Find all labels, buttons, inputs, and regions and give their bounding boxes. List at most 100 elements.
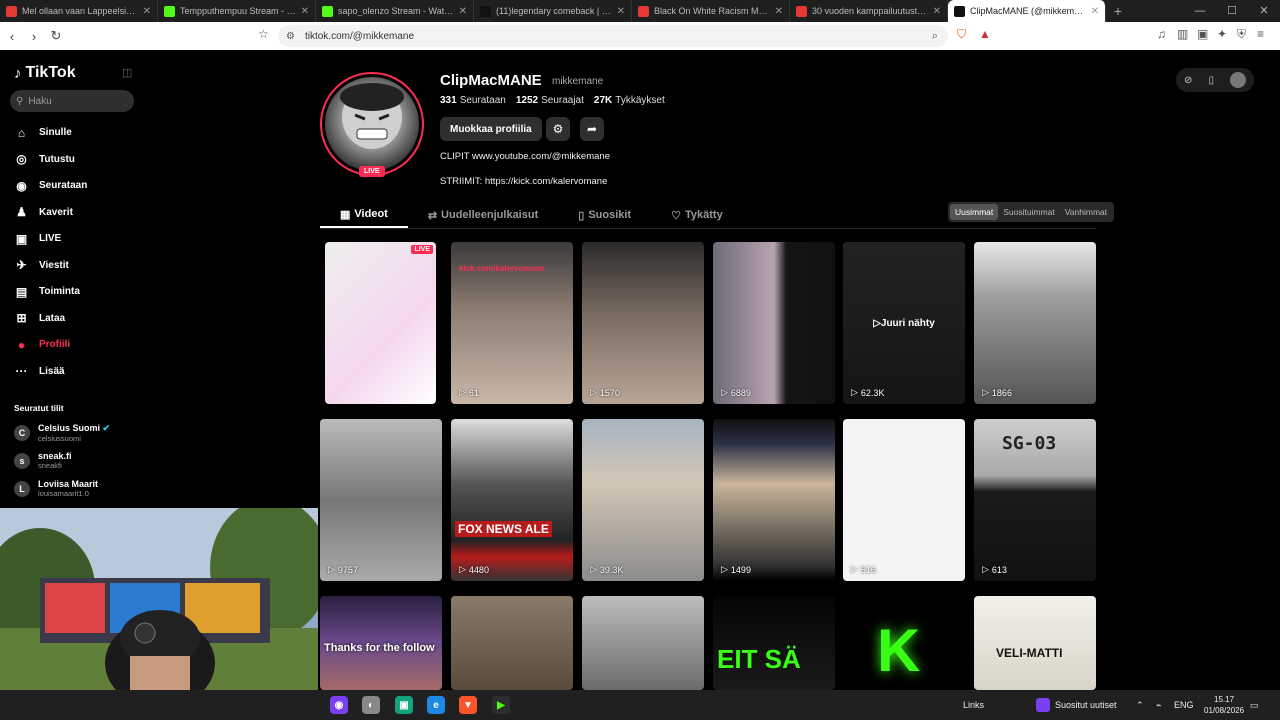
clock[interactable]: 15.17 01/08/2026 (1204, 694, 1244, 716)
video-tile[interactable]: ▷ 1570 (582, 242, 704, 404)
user-avatar-icon[interactable] (1229, 72, 1246, 88)
sidebar-item-lisää[interactable]: ··· Lisää (14, 364, 65, 379)
sidebar-item-toiminta[interactable]: ▤ Toiminta (14, 284, 80, 299)
links-toolbar[interactable]: Links (963, 690, 984, 720)
close-tab-icon[interactable]: ✕ (933, 6, 941, 17)
share-button[interactable]: ➦ (580, 117, 604, 141)
settings-button[interactable]: ⚙ (546, 117, 570, 141)
media-icon[interactable]: ♫ (1157, 27, 1166, 41)
sidebar-item-seurataan[interactable]: ◉ Seurataan (14, 178, 87, 193)
video-tile[interactable]: LIVE (325, 242, 436, 404)
collapse-sidebar-icon[interactable]: ◫ (122, 66, 132, 79)
maximize-icon[interactable]: ☐ (1216, 0, 1248, 22)
video-tile[interactable]: ▷ 1499 (713, 419, 835, 581)
sidebar-item-sinulle[interactable]: ⌂ Sinulle (14, 125, 72, 140)
back-icon[interactable]: ‹ (2, 29, 22, 44)
sort-option[interactable]: Suosituimmat (998, 204, 1060, 220)
sidebar-item-live[interactable]: ▣ LIVE (14, 231, 61, 246)
video-tile[interactable]: K (843, 596, 965, 690)
close-tab-icon[interactable]: ✕ (459, 6, 467, 17)
video-tile[interactable]: ▷ 516 (843, 419, 965, 581)
browser-tab[interactable]: Black On White Racism Must Be St ✕ (632, 0, 790, 22)
browser-tab[interactable]: Tempputhempuu Stream - Watch Li ✕ (158, 0, 316, 22)
language-indicator[interactable]: ENG (1174, 690, 1194, 720)
video-tile[interactable]: FOX NEWS ALE ▷ 4480 (451, 419, 573, 581)
video-tile[interactable]: kick.com/kalervomane ▷ 61 (451, 242, 573, 404)
close-tab-icon[interactable]: ✕ (143, 6, 151, 17)
browser-tab[interactable]: sapo_olenzo Stream - Watch Live on ✕ (316, 0, 474, 22)
tab-videot[interactable]: ▦ Videot (320, 202, 408, 228)
bookmark-icon[interactable]: ☆ (258, 27, 269, 41)
menu-icon[interactable]: ≡ (1257, 27, 1264, 41)
sidebar-item-kaverit[interactable]: ♟ Kaverit (14, 205, 73, 220)
copilot-icon[interactable]: ◉ (330, 696, 348, 714)
video-tile[interactable]: SG-03 ▷ 613 (974, 419, 1096, 581)
tab-uudelleenjulkaisut[interactable]: ⇄ Uudelleenjulkaisut (408, 202, 558, 228)
friends-icon: ♟ (16, 205, 27, 219)
site-info-icon[interactable]: ⚙ (286, 31, 295, 42)
brave-icon[interactable]: ▼ (459, 696, 477, 714)
video-tile[interactable] (582, 596, 704, 690)
brave-rewards-icon[interactable]: ▲ (979, 27, 991, 41)
app-icon[interactable]: ▣ (395, 696, 413, 714)
sort-option[interactable]: Vanhimmat (1060, 204, 1112, 220)
brave-shield-icon[interactable]: ⛉ (957, 27, 966, 42)
zoom-icon[interactable]: ⌕ (932, 30, 938, 43)
minimize-icon[interactable]: — (1184, 0, 1216, 22)
sort-option[interactable]: Uusimmat (950, 204, 999, 220)
close-tab-icon[interactable]: ✕ (617, 6, 625, 17)
tab-suosikit[interactable]: ▯ Suosikit (558, 202, 651, 228)
close-tab-icon[interactable]: ✕ (1091, 6, 1099, 17)
tray-chevron-icon[interactable]: ⌃ (1136, 690, 1144, 720)
edit-profile-button[interactable]: Muokkaa profiilia (440, 117, 542, 141)
followers-stat[interactable]: 1252 Seuraajat (516, 95, 584, 106)
video-tile[interactable] (451, 596, 573, 690)
address-bar[interactable]: ⚙ tiktok.com/@mikkemane ⌕ (278, 25, 948, 47)
video-tile[interactable]: ▷ Juuri nähty ▷ 62.3K (843, 242, 965, 404)
browser-tab[interactable]: (11)legendary comeback | #tastano ✕ (474, 0, 632, 22)
video-tile[interactable]: ▷ 9757 (320, 419, 442, 581)
profile-avatar[interactable] (320, 72, 424, 176)
notification-icon[interactable]: ▭ (1250, 690, 1259, 720)
reload-icon[interactable]: ↻ (46, 28, 66, 44)
close-tab-icon[interactable]: ✕ (301, 6, 309, 17)
sidebar-toggle-icon[interactable]: ▥ (1177, 27, 1188, 41)
video-tile[interactable]: VELI-MATTI (974, 596, 1096, 690)
video-tile[interactable]: ▷ 1866 (974, 242, 1096, 404)
network-icon[interactable]: ⌁ (1156, 690, 1161, 720)
close-window-icon[interactable]: ✕ (1248, 0, 1280, 22)
coins-icon[interactable]: ⊘ (1184, 75, 1192, 86)
tab-tykätty[interactable]: ♡ Tykätty (651, 202, 743, 228)
view-count-value: 62.3K (860, 387, 885, 398)
close-tab-icon[interactable]: ✕ (775, 6, 783, 17)
video-tile[interactable]: ▷ 6889 (713, 242, 835, 404)
followed-account[interactable]: C Celsius Suomi ✔ celsiussuomi (14, 423, 110, 443)
browser-tab[interactable]: ClipMacMANE (@mikkemane) ✕ (948, 0, 1106, 22)
vpn-icon[interactable]: ⛨ (1237, 27, 1246, 42)
edge-icon[interactable]: e (427, 696, 445, 714)
browser-tab[interactable]: 30 vuoden kamppailuutusta, lce Ca ✕ (790, 0, 948, 22)
kick-app-icon[interactable]: ▶ (492, 696, 510, 714)
device-icon[interactable]: ▯ (1208, 75, 1214, 86)
taskview-icon[interactable]: ◐ (362, 696, 380, 714)
new-tab-icon[interactable]: + (1106, 3, 1130, 19)
view-count-value: 516 (860, 564, 876, 575)
wallet-icon[interactable]: ▣ (1197, 27, 1208, 41)
following-stat[interactable]: 331 Seurataan (440, 95, 506, 106)
sidebar-item-profiili[interactable]: ● Profiili (14, 337, 70, 352)
extensions-icon[interactable]: ✦ (1217, 27, 1227, 41)
video-tile[interactable]: Thanks for the follow (320, 596, 442, 690)
video-tile[interactable]: ▷ 39.3K (582, 419, 704, 581)
sidebar-item-viestit[interactable]: ✈ Viestit (14, 258, 68, 273)
browser-tab[interactable]: Mel ollaan vaan Lappeelsisia (2007) ✕ (0, 0, 158, 22)
sidebar-item-tutustu[interactable]: ◎ Tutustu (14, 152, 75, 167)
followed-account[interactable]: s sneak.fi sneakfi (14, 451, 72, 470)
tiktok-logo[interactable]: ♪ TikTok (14, 64, 76, 82)
video-tile[interactable]: EIT SÄ (713, 596, 835, 690)
live-badge[interactable]: LIVE (359, 166, 385, 177)
search-input[interactable]: ⚲ Haku (10, 90, 134, 112)
forward-icon[interactable]: › (24, 29, 44, 44)
sidebar-item-lataa[interactable]: ⊞ Lataa (14, 311, 65, 326)
followed-account[interactable]: L Loviisa Maarit louisamaarit1.0 (14, 479, 98, 498)
news-widget[interactable]: Suositut uutiset (1036, 690, 1117, 720)
